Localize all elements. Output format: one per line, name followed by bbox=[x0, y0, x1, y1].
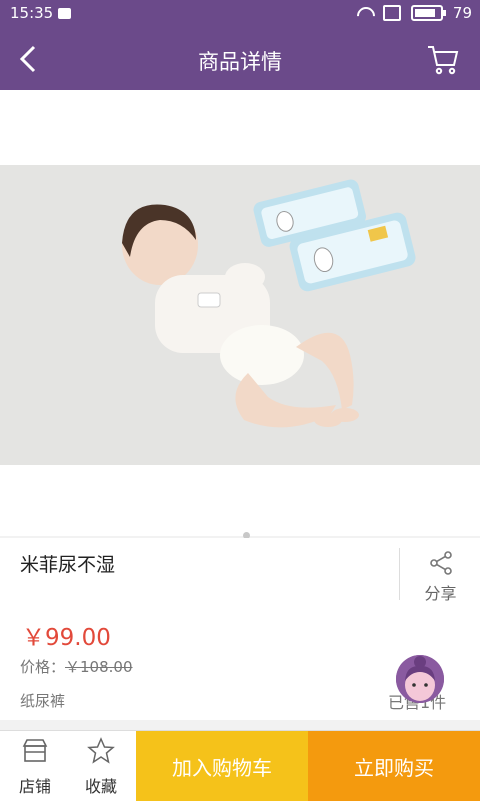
share-label: 分享 bbox=[424, 584, 457, 603]
cart-button[interactable] bbox=[426, 42, 460, 76]
battery-level: 79 bbox=[452, 4, 472, 22]
wifi-icon bbox=[355, 6, 373, 20]
status-icons: 79 bbox=[355, 4, 472, 22]
original-price-label: 价格： bbox=[20, 658, 66, 676]
favorite-button[interactable]: 收藏 bbox=[68, 731, 134, 801]
store-button[interactable]: 店铺 bbox=[2, 731, 68, 801]
star-icon bbox=[87, 737, 115, 764]
girl-avatar-icon bbox=[396, 655, 444, 703]
sim-icon bbox=[58, 8, 71, 19]
customer-service-avatar[interactable] bbox=[396, 655, 444, 703]
share-icon bbox=[429, 551, 452, 575]
original-price-value: ￥108.00 bbox=[65, 658, 133, 676]
favorite-label: 收藏 bbox=[84, 777, 117, 796]
product-name: 米菲尿不湿 bbox=[20, 554, 116, 576]
status-time: 15:35 bbox=[10, 4, 54, 22]
screen-icon bbox=[382, 5, 401, 21]
add-to-cart-button[interactable]: 加入购物车 bbox=[136, 731, 308, 801]
page-title: 商品详情 bbox=[198, 50, 282, 74]
store-label: 店铺 bbox=[18, 777, 51, 796]
store-icon bbox=[22, 739, 48, 762]
product-category: 纸尿裤 bbox=[20, 692, 66, 710]
cart-icon bbox=[428, 46, 459, 75]
battery-icon bbox=[410, 5, 446, 21]
header: 商品详情 bbox=[0, 28, 480, 90]
product-price: ￥99.00 bbox=[22, 625, 111, 651]
status-bar: 15:35 79 bbox=[0, 0, 480, 28]
baby-diaper-photo bbox=[0, 165, 480, 465]
original-price: 价格：￥108.00 bbox=[20, 656, 133, 677]
product-photo bbox=[0, 165, 480, 465]
share-button[interactable]: 分享 bbox=[399, 548, 480, 603]
buy-now-button[interactable]: 立即购买 bbox=[308, 731, 480, 801]
bottom-action-bar: 店铺 收藏 加入购物车 立即购买 bbox=[0, 730, 480, 801]
product-image-carousel[interactable] bbox=[0, 90, 480, 536]
